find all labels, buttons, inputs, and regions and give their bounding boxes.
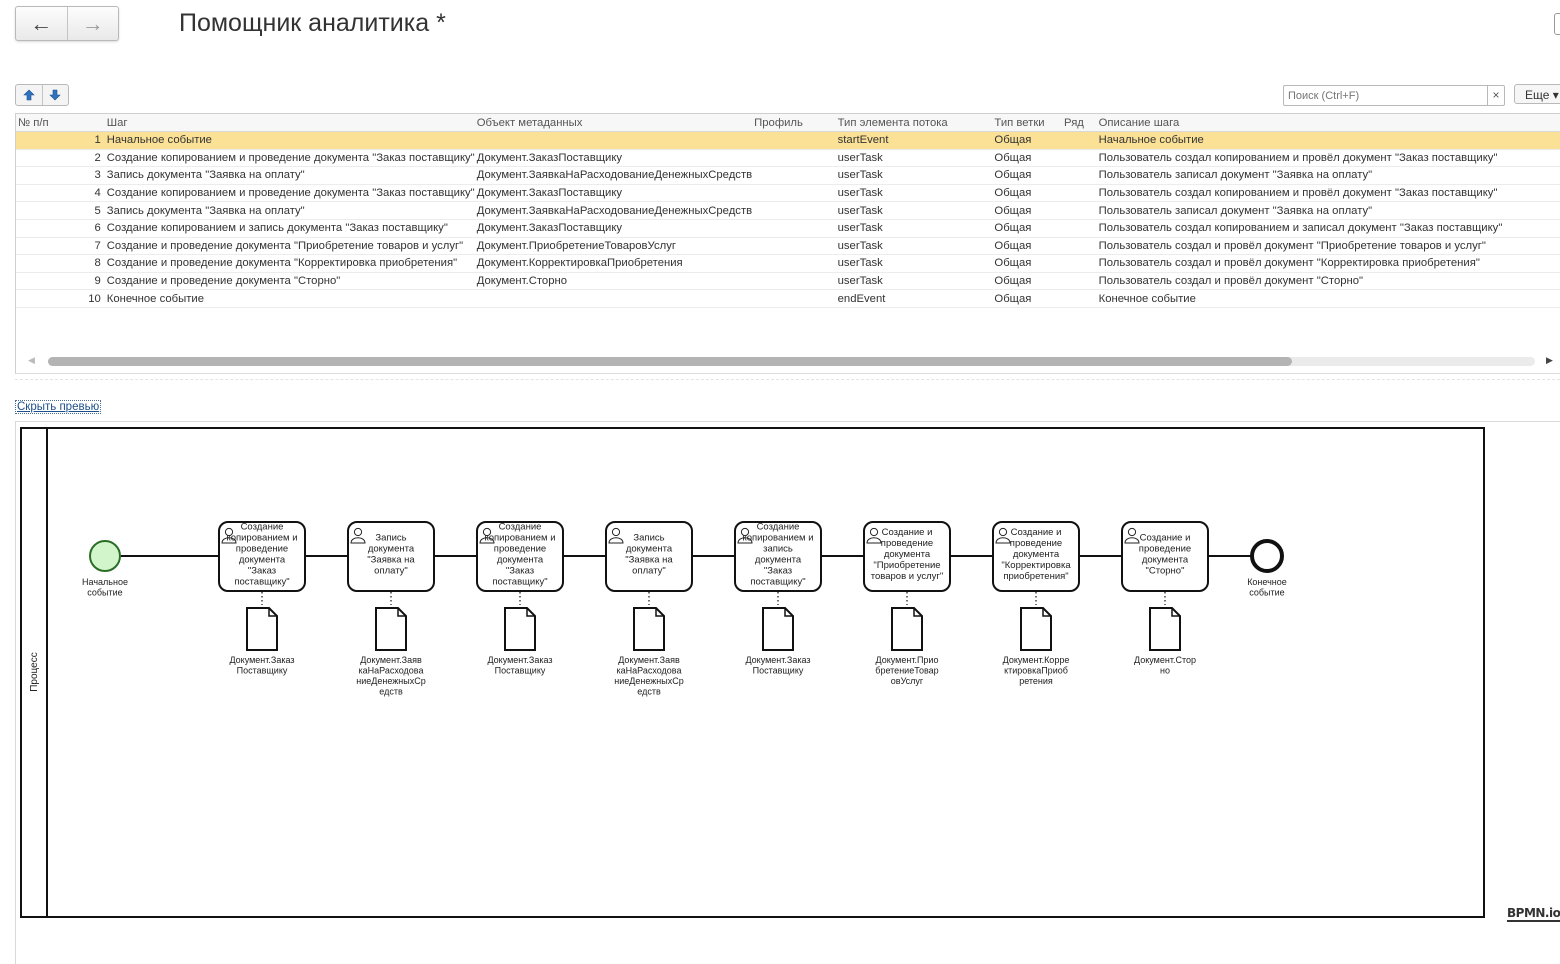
task-label: оплату" xyxy=(632,565,666,576)
user-icon xyxy=(611,527,621,537)
task-label: документа xyxy=(1013,549,1060,560)
bpmn-diagram: ПроцессНачальноесобытиеКонечноесобытиеСо… xyxy=(20,427,1485,918)
user-icon xyxy=(1127,527,1137,537)
task-label: документа xyxy=(497,554,544,565)
task-label: Создание и xyxy=(1011,527,1062,538)
task-label: "Заказ xyxy=(764,565,792,576)
data-object-label: ктировкаПриоб xyxy=(1004,666,1068,676)
start-event-label: событие xyxy=(87,587,122,597)
data-object-label: Поставщику xyxy=(753,666,804,676)
task-label: документа xyxy=(626,543,673,554)
user-icon xyxy=(995,537,1011,544)
data-object-label: Документ.Стор xyxy=(1134,655,1196,665)
data-object-icon[interactable] xyxy=(1020,607,1052,651)
task-label: "Корректировка xyxy=(1001,560,1071,571)
task-label: Создание xyxy=(757,521,800,532)
data-object-label: бретениеТовар xyxy=(875,666,938,676)
task-label: Запись xyxy=(375,532,406,543)
start-event-label: Начальное xyxy=(82,577,128,587)
user-icon xyxy=(608,537,624,544)
data-object-label: Документ.Заказ xyxy=(745,655,810,665)
task-label: документа xyxy=(755,554,802,565)
user-icon xyxy=(998,527,1008,537)
task-label: поставщику" xyxy=(492,576,547,587)
data-object-icon[interactable] xyxy=(891,607,923,651)
task-label: поставщику" xyxy=(750,576,805,587)
data-object-label: но xyxy=(1160,666,1170,676)
data-object-label: Документ.Заяв xyxy=(618,655,680,665)
data-object-label: каНаРасходова xyxy=(616,666,681,676)
task-label: проведение xyxy=(1139,543,1191,554)
task-label: проведение xyxy=(881,538,933,549)
user-icon xyxy=(866,537,882,544)
task-label: "Заказ xyxy=(248,565,276,576)
task-label: "Сторно" xyxy=(1146,565,1185,576)
task-label: копированием и xyxy=(742,532,813,543)
data-object-label: овУслуг xyxy=(891,676,924,686)
data-object-label: Документ.Заяв xyxy=(360,655,422,665)
data-object-icon[interactable] xyxy=(246,607,278,651)
user-icon xyxy=(1124,537,1140,544)
data-object-label: Документ.Корре xyxy=(1003,655,1070,665)
task-label: Создание и xyxy=(1140,532,1191,543)
data-object-label: Поставщику xyxy=(495,666,546,676)
task-label: оплату" xyxy=(374,565,408,576)
data-object-icon[interactable] xyxy=(762,607,794,651)
task-label: Создание xyxy=(499,521,542,532)
data-object-icon[interactable] xyxy=(633,607,665,651)
data-object-label: ниеДенежныхСр xyxy=(356,676,425,686)
start-event[interactable] xyxy=(89,540,121,572)
user-icon xyxy=(869,527,879,537)
pool-label: Процесс xyxy=(29,652,40,692)
task-label: документа xyxy=(1142,554,1189,565)
task-label: "Приобретение xyxy=(873,560,940,571)
task-label: документа xyxy=(368,543,415,554)
data-object-label: каНаРасходова xyxy=(358,666,423,676)
data-object-label: ретения xyxy=(1019,676,1053,686)
user-icon xyxy=(353,527,363,537)
task-label: документа xyxy=(884,549,931,560)
end-event-label: Конечное xyxy=(1247,577,1287,587)
data-object-label: Документ.Прио xyxy=(876,655,939,665)
bpmn-io-logo[interactable]: BPMN.io xyxy=(1507,906,1560,922)
task-label: проведение xyxy=(236,543,288,554)
data-object-label: едств xyxy=(379,687,403,697)
data-object-label: Документ.Заказ xyxy=(487,655,552,665)
data-object-icon[interactable] xyxy=(504,607,536,651)
user-icon xyxy=(350,537,366,544)
data-object-icon[interactable] xyxy=(1149,607,1181,651)
task-label: копированием и xyxy=(226,532,297,543)
data-object-label: едств xyxy=(637,687,661,697)
data-object-label: ниеДенежныхСр xyxy=(614,676,683,686)
task-label: Создание и xyxy=(882,527,933,538)
end-event-label: событие xyxy=(1249,587,1284,597)
task-label: товаров и услуг" xyxy=(871,571,943,582)
task-label: поставщику" xyxy=(234,576,289,587)
task-label: Создание xyxy=(241,521,284,532)
task-label: "Заявка на xyxy=(625,554,673,565)
task-label: "Заказ xyxy=(506,565,534,576)
data-object-icon[interactable] xyxy=(375,607,407,651)
data-object-label: Документ.Заказ xyxy=(229,655,294,665)
task-label: "Заявка на xyxy=(367,554,415,565)
task-label: Запись xyxy=(633,532,664,543)
task-label: проведение xyxy=(1010,538,1062,549)
task-label: запись xyxy=(763,543,793,554)
task-label: копированием и xyxy=(484,532,555,543)
data-object-label: Поставщику xyxy=(237,666,288,676)
end-event[interactable] xyxy=(1250,539,1284,573)
task-label: приобретения" xyxy=(1003,571,1068,582)
task-label: проведение xyxy=(494,543,546,554)
task-label: документа xyxy=(239,554,286,565)
